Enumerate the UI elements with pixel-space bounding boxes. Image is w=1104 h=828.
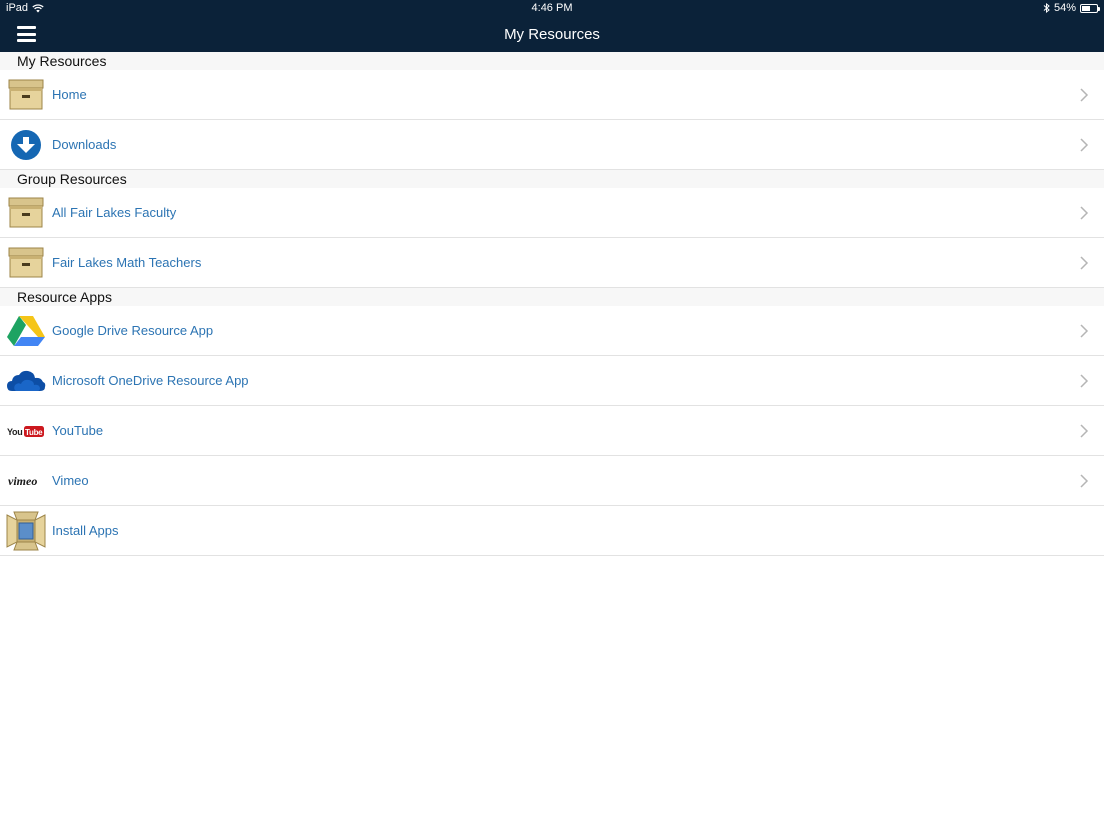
list-item-downloads[interactable]: Downloads	[0, 120, 1104, 170]
list-item-install-apps[interactable]: Install Apps	[0, 506, 1104, 556]
list-item-label: Vimeo	[52, 473, 89, 488]
list-item-youtube[interactable]: You Tube YouTube	[0, 406, 1104, 456]
svg-text:vimeo: vimeo	[8, 474, 37, 488]
battery-icon	[1080, 3, 1100, 13]
svg-text:Tube: Tube	[25, 428, 43, 437]
section-header-group-resources: Group Resources	[0, 170, 1104, 188]
archive-box-icon	[8, 197, 44, 228]
battery-percent: 54%	[1053, 2, 1076, 14]
chevron-right-icon	[1080, 256, 1089, 270]
install-apps-icon	[6, 511, 46, 551]
chevron-right-icon	[1080, 324, 1089, 338]
svg-text:You: You	[7, 427, 22, 437]
list-item-label: Home	[52, 87, 87, 102]
google-drive-icon	[7, 316, 45, 346]
nav-bar: My Resources	[0, 18, 1104, 52]
section-header-resource-apps: Resource Apps	[0, 288, 1104, 306]
chevron-right-icon	[1080, 88, 1089, 102]
page-title: My Resources	[504, 26, 600, 43]
archive-box-icon	[8, 247, 44, 278]
status-time: 4:46 PM	[531, 2, 573, 14]
download-circle-icon	[11, 130, 41, 160]
list-item-vimeo[interactable]: vimeo Vimeo	[0, 456, 1104, 506]
section-header-my-resources: My Resources	[0, 52, 1104, 70]
list-item-label: Install Apps	[52, 523, 119, 538]
onedrive-icon	[7, 370, 46, 391]
list-item-label: Google Drive Resource App	[52, 323, 214, 338]
resource-list: My Resources Home Downloads Group Resour…	[0, 52, 1104, 556]
list-item-label: Downloads	[52, 137, 117, 152]
list-item-label: All Fair Lakes Faculty	[52, 205, 177, 220]
list-item-label: Microsoft OneDrive Resource App	[52, 373, 249, 388]
archive-box-icon	[8, 79, 44, 110]
chevron-right-icon	[1080, 424, 1089, 438]
chevron-right-icon	[1080, 138, 1089, 152]
chevron-right-icon	[1080, 206, 1089, 220]
chevron-right-icon	[1080, 474, 1089, 488]
list-item-home[interactable]: Home	[0, 70, 1104, 120]
list-item-label: Fair Lakes Math Teachers	[52, 255, 202, 270]
battery-level-fill	[1082, 5, 1090, 11]
list-item-fair-lakes-math-teachers[interactable]: Fair Lakes Math Teachers	[0, 238, 1104, 288]
list-item-google-drive[interactable]: Google Drive Resource App	[0, 306, 1104, 356]
list-item-all-fair-lakes-faculty[interactable]: All Fair Lakes Faculty	[0, 188, 1104, 238]
list-item-label: YouTube	[52, 423, 104, 438]
bluetooth-icon	[1043, 3, 1050, 13]
status-right: 54%	[1043, 2, 1100, 14]
list-item-onedrive[interactable]: Microsoft OneDrive Resource App	[0, 356, 1104, 406]
vimeo-logo: vimeo	[8, 474, 37, 488]
status-bar: iPad 4:46 PM 54%	[0, 0, 1104, 18]
youtube-logo: You Tube	[7, 426, 44, 437]
chevron-right-icon	[1080, 374, 1089, 388]
